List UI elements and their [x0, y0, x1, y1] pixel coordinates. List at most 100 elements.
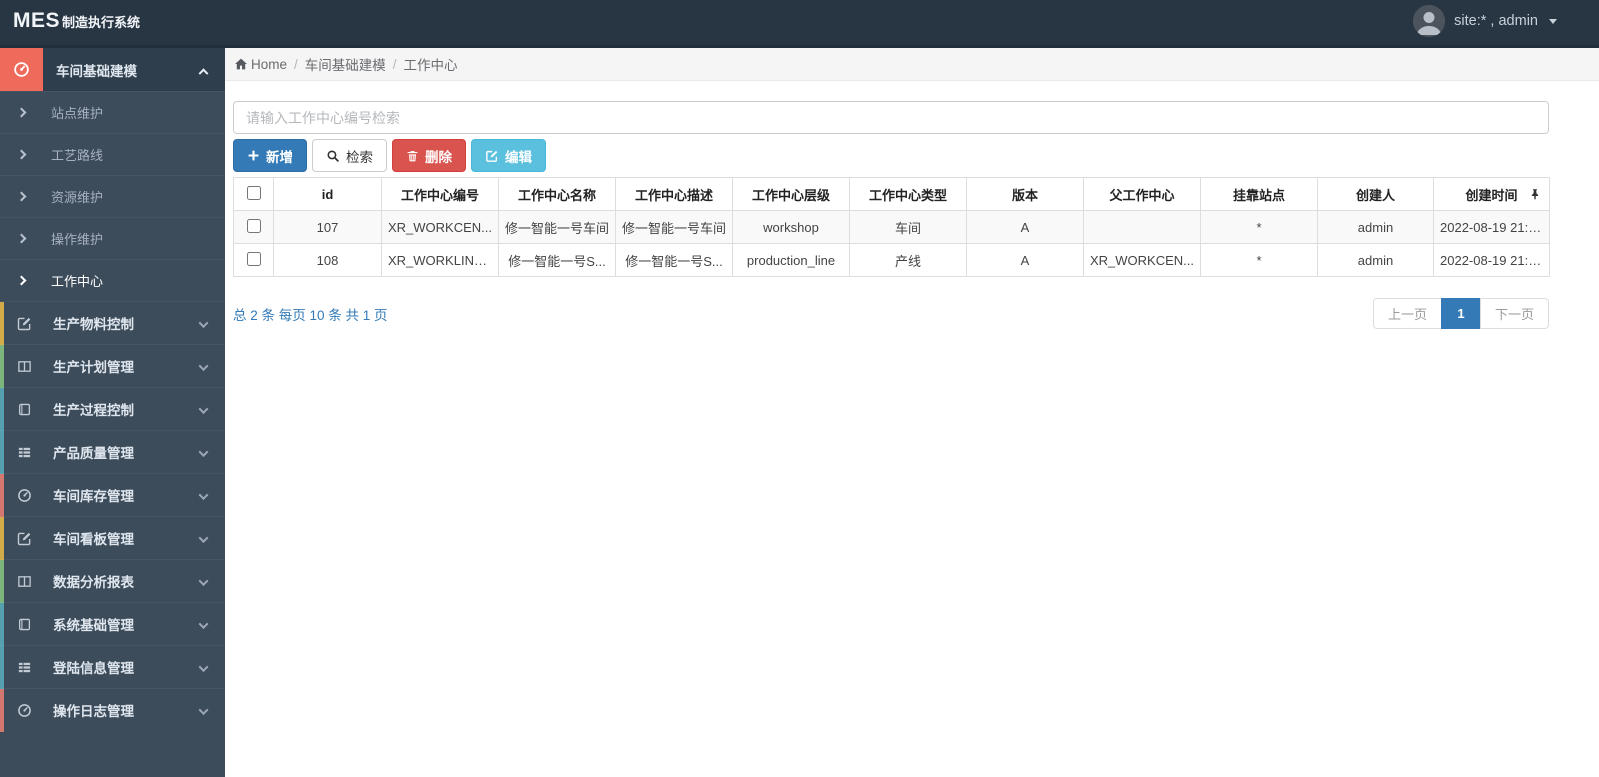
column-header-description: 工作中心描述: [615, 177, 733, 211]
book-icon: [16, 617, 33, 632]
pagination: 上一页 1 下一页: [1372, 298, 1549, 329]
sidebar-group-product-quality[interactable]: 产品质量管理: [0, 430, 225, 474]
search-button[interactable]: 检索: [312, 139, 387, 172]
column-header-name: 工作中心名称: [498, 177, 616, 211]
sidebar-group-label: 产品质量管理: [53, 446, 134, 461]
breadcrumb-home-label[interactable]: Home: [251, 57, 287, 72]
search-input[interactable]: [233, 101, 1549, 134]
sidebar-item-operation-maintenance[interactable]: 操作维护: [0, 217, 225, 259]
breadcrumb: Home / 车间基础建模 / 工作中心: [225, 48, 1599, 81]
color-strip: [0, 517, 4, 560]
chevron-down-icon: [198, 660, 209, 675]
chevron-right-icon: [16, 191, 27, 202]
edit-button-label: 编辑: [505, 149, 532, 165]
select-all-checkbox[interactable]: [246, 185, 261, 200]
brand-primary: MES: [13, 9, 61, 32]
column-header-label: 创建时间: [1465, 187, 1518, 203]
prev-page-button[interactable]: 上一页: [1372, 298, 1442, 329]
cell-id: 108: [273, 243, 382, 277]
breadcrumb-level1[interactable]: 车间基础建模: [305, 54, 386, 74]
plus-icon: [248, 150, 259, 161]
table-row[interactable]: 107 XR_WORKCEN... 修一智能一号车间 修一智能一号车间 work…: [233, 210, 1550, 244]
sidebar-item-station-maintenance[interactable]: 站点维护: [0, 91, 225, 133]
user-label[interactable]: site:* , admin: [1454, 13, 1538, 29]
column-header-parent: 父工作中心: [1083, 177, 1201, 211]
cell-parent: [1083, 210, 1201, 244]
chevron-right-icon: [16, 149, 27, 160]
color-strip: [0, 388, 4, 431]
app-brand: MES 制造执行系统: [13, 9, 140, 33]
sidebar-nav: 车间基础建模 站点维护 工艺路线 资源维护 操作维护 工作中心 生产物料控制 生…: [0, 48, 225, 777]
cell-creator: admin: [1317, 210, 1434, 244]
chevron-right-icon: [16, 275, 27, 286]
column-header-version: 版本: [966, 177, 1084, 211]
sidebar-item-work-center[interactable]: 工作中心: [0, 259, 225, 301]
sidebar-group-production-process[interactable]: 生产过程控制: [0, 387, 225, 431]
cell-type: 产线: [849, 243, 967, 277]
sidebar-group-operation-log[interactable]: 操作日志管理: [0, 688, 225, 732]
delete-button[interactable]: 删除: [392, 139, 466, 172]
next-page-button[interactable]: 下一页: [1479, 298, 1549, 329]
color-strip: [0, 560, 4, 603]
sidebar-group-production-plan[interactable]: 生产计划管理: [0, 344, 225, 388]
select-all-cell: [233, 177, 274, 211]
column-header-code: 工作中心编号: [381, 177, 499, 211]
chevron-down-icon: [198, 402, 209, 417]
table-header-row: id 工作中心编号 工作中心名称 工作中心描述 工作中心层级 工作中心类型 版本…: [233, 177, 1550, 211]
work-center-panel: 新增 检索 删除 编辑: [225, 81, 1550, 329]
column-header-station: 挂靠站点: [1200, 177, 1318, 211]
cell-id: 107: [273, 210, 382, 244]
sidebar-group-data-analysis[interactable]: 数据分析报表: [0, 559, 225, 603]
current-page-button[interactable]: 1: [1440, 298, 1481, 329]
sidebar-group-workshop-inventory[interactable]: 车间库存管理: [0, 473, 225, 517]
sidebar-group-label: 系统基础管理: [53, 618, 134, 633]
sidebar-group-workshop-kanban[interactable]: 车间看板管理: [0, 516, 225, 560]
sidebar-group-login-info[interactable]: 登陆信息管理: [0, 645, 225, 689]
sidebar-group-label: 生产过程控制: [53, 403, 134, 418]
sidebar-group-label: 操作日志管理: [53, 704, 134, 719]
top-navbar: MES 制造执行系统 site:* , admin: [0, 0, 1599, 48]
breadcrumb-separator: /: [392, 56, 397, 72]
add-button[interactable]: 新增: [233, 139, 307, 172]
sidebar-item-label: 工艺路线: [51, 148, 104, 163]
list-icon: [16, 660, 33, 675]
book-icon: [16, 402, 33, 417]
delete-button-label: 删除: [425, 149, 452, 165]
sidebar-item-process-route[interactable]: 工艺路线: [0, 133, 225, 175]
columns-icon: [16, 359, 33, 374]
table-row[interactable]: 108 XR_WORKLINE... 修一智能一号S... 修一智能一号S...…: [233, 243, 1550, 277]
column-header-create-time: 创建时间: [1433, 177, 1550, 211]
cell-name: 修一智能一号车间: [498, 210, 616, 244]
sidebar-group-production-material[interactable]: 生产物料控制: [0, 301, 225, 345]
gauge-icon: [16, 703, 33, 718]
sidebar-group-workshop-modeling[interactable]: 车间基础建模: [0, 48, 225, 91]
sidebar-item-label: 操作维护: [51, 232, 104, 247]
row-checkbox[interactable]: [246, 218, 261, 233]
chevron-down-icon: [198, 359, 209, 374]
cell-type: 车间: [849, 210, 967, 244]
sidebar-group-label: 登陆信息管理: [53, 661, 134, 676]
color-strip: [0, 474, 4, 517]
chevron-right-icon: [16, 233, 27, 244]
sidebar-group-system-base[interactable]: 系统基础管理: [0, 602, 225, 646]
search-button-label: 检索: [346, 149, 373, 165]
breadcrumb-home[interactable]: Home: [234, 57, 287, 72]
user-menu[interactable]: site:* , admin: [1413, 5, 1557, 37]
color-strip: [0, 646, 4, 689]
cell-name: 修一智能一号S...: [498, 243, 616, 277]
sidebar-item-resource-maintenance[interactable]: 资源维护: [0, 175, 225, 217]
color-strip: [0, 302, 4, 345]
chevron-down-icon: [198, 316, 209, 331]
chevron-down-icon: [198, 445, 209, 460]
cell-version: A: [966, 210, 1084, 244]
sidebar-item-label: 资源维护: [51, 190, 104, 205]
color-strip: [0, 689, 4, 732]
sidebar-group-label: 生产物料控制: [53, 317, 134, 332]
row-checkbox[interactable]: [246, 251, 261, 266]
pin-icon[interactable]: [1529, 188, 1541, 201]
cell-description: 修一智能一号车间: [615, 210, 733, 244]
edit-button[interactable]: 编辑: [471, 139, 546, 172]
sidebar-group-label: 车间看板管理: [53, 532, 134, 547]
breadcrumb-separator: /: [294, 56, 298, 72]
user-avatar[interactable]: [1413, 5, 1446, 37]
